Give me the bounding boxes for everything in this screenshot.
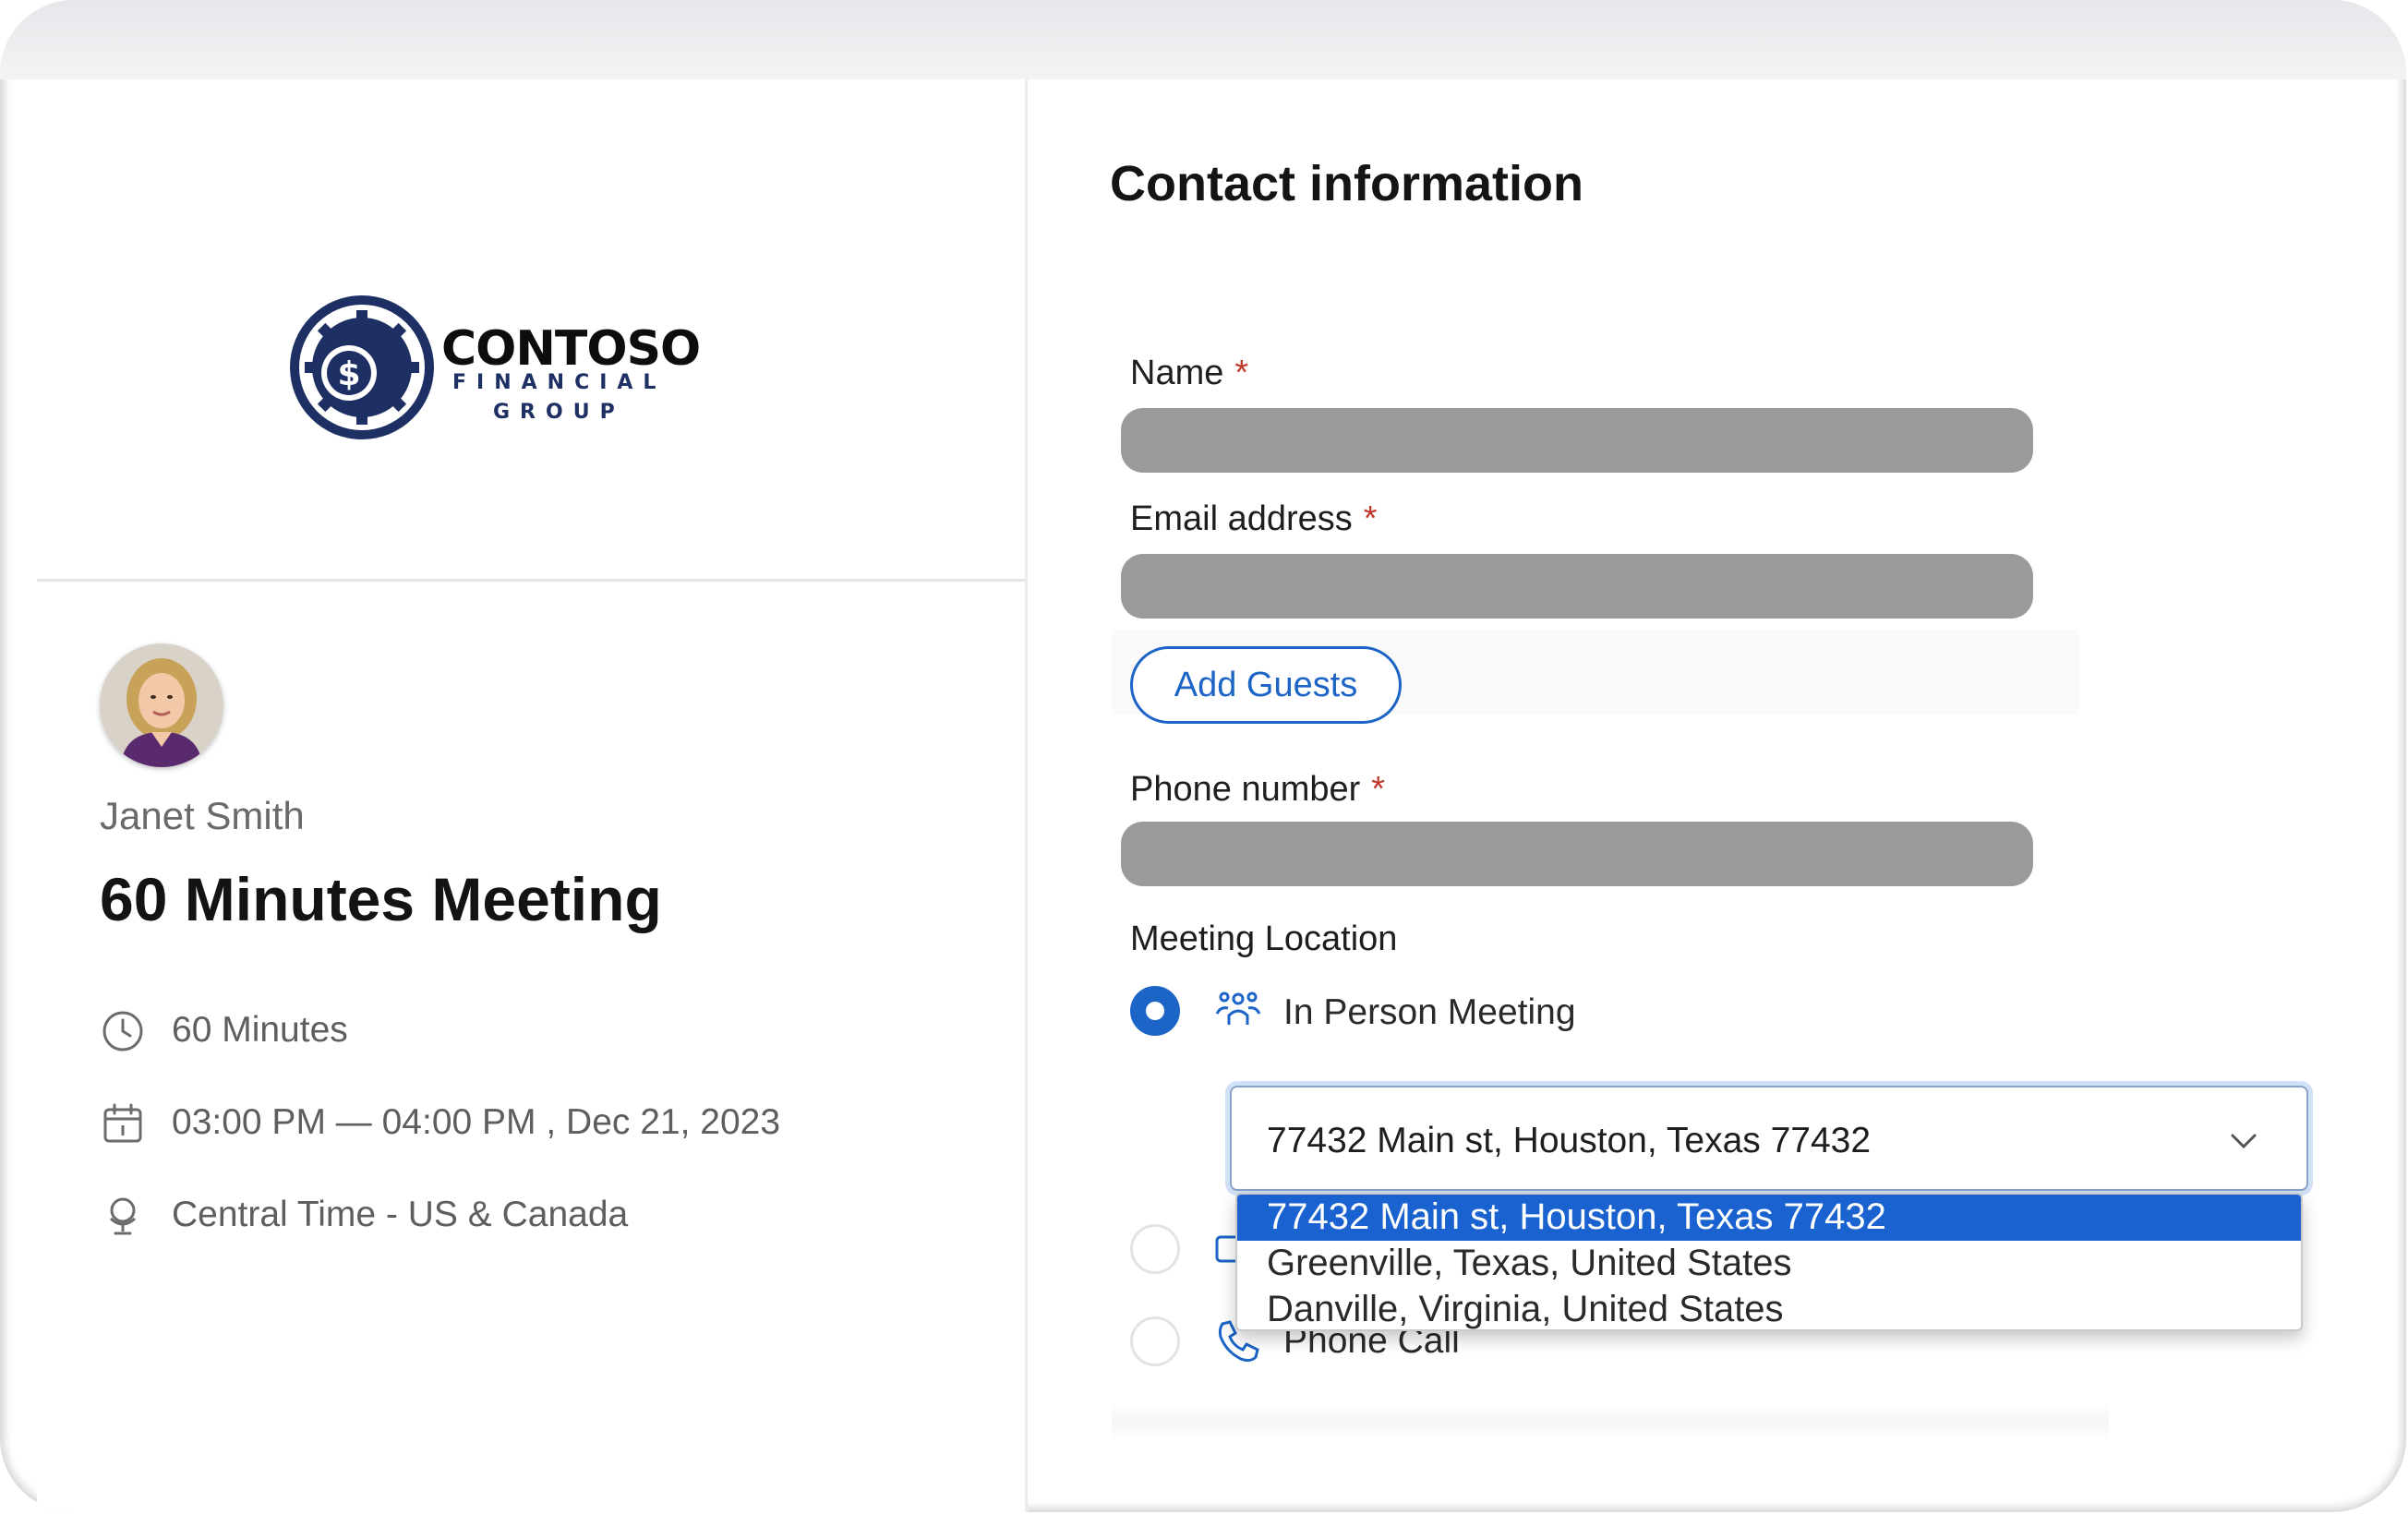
required-marker: * bbox=[1371, 770, 1386, 809]
in-person-label[interactable]: In Person Meeting bbox=[1283, 992, 1576, 1033]
logo-wordmark: CONTOSO bbox=[441, 321, 701, 377]
meeting-title: 60 Minutes Meeting bbox=[100, 865, 662, 933]
phone-call-radio[interactable] bbox=[1130, 1316, 1180, 1366]
svg-text:$: $ bbox=[337, 355, 360, 393]
email-label-text: Email address bbox=[1130, 499, 1353, 538]
address-option[interactable]: 77432 Main st, Houston, Texas 77432 bbox=[1237, 1195, 2301, 1241]
address-option[interactable]: Greenville, Texas, United States bbox=[1237, 1241, 2301, 1287]
logo-subline-1: FINANCIAL bbox=[452, 371, 667, 394]
timezone-text: Central Time - US & Canada bbox=[172, 1195, 629, 1234]
address-select-value: 77432 Main st, Houston, Texas 77432 bbox=[1267, 1121, 1872, 1160]
email-label: Email address * bbox=[1130, 499, 1378, 539]
clock-icon bbox=[102, 1011, 143, 1051]
in-person-radio[interactable] bbox=[1130, 986, 1180, 1036]
address-select[interactable]: 77432 Main st, Houston, Texas 77432 bbox=[1230, 1086, 2308, 1191]
app-window: $ CONTOSO FINANCIAL GROUP Janet Smith 60… bbox=[0, 0, 2406, 1512]
host-name: Janet Smith bbox=[100, 794, 305, 837]
address-option[interactable]: Danville, Virginia, United States bbox=[1237, 1287, 2301, 1329]
name-input[interactable] bbox=[1121, 408, 2033, 473]
phone-label: Phone number * bbox=[1130, 770, 1385, 810]
gear-dollar-logo-icon: $ bbox=[290, 295, 434, 439]
name-label-text: Name bbox=[1130, 354, 1224, 392]
address-dropdown: 77432 Main st, Houston, Texas 77432 Gree… bbox=[1235, 1193, 2303, 1331]
host-avatar bbox=[100, 643, 223, 767]
phone-label-text: Phone number bbox=[1130, 770, 1361, 809]
duration-text: 60 Minutes bbox=[172, 1010, 348, 1050]
phone-input[interactable] bbox=[1121, 822, 2033, 886]
required-marker: * bbox=[1234, 354, 1249, 392]
people-group-icon bbox=[1215, 991, 1261, 1025]
datetime-text: 03:00 PM — 04:00 PM , Dec 21, 2023 bbox=[172, 1102, 781, 1142]
email-input[interactable] bbox=[1121, 554, 2033, 619]
logo-subline-2: GROUP bbox=[493, 401, 625, 424]
add-guests-button[interactable]: Add Guests bbox=[1130, 646, 1402, 724]
panel-divider bbox=[1025, 79, 1028, 1512]
meeting-location-label: Meeting Location bbox=[1130, 919, 1398, 958]
company-logo: $ CONTOSO FINANCIAL GROUP bbox=[288, 294, 701, 451]
logo-divider bbox=[37, 579, 1025, 582]
video-radio[interactable] bbox=[1130, 1224, 1180, 1274]
globe-stand-icon bbox=[109, 1197, 137, 1235]
top-bar bbox=[0, 0, 2406, 79]
chevron-down-icon[interactable] bbox=[2225, 1123, 2262, 1160]
name-label: Name * bbox=[1130, 354, 1248, 393]
required-marker: * bbox=[1363, 499, 1378, 538]
calendar-icon bbox=[103, 1103, 142, 1143]
form-footer-fade bbox=[1112, 1403, 2109, 1440]
form-title: Contact information bbox=[1110, 156, 1583, 211]
